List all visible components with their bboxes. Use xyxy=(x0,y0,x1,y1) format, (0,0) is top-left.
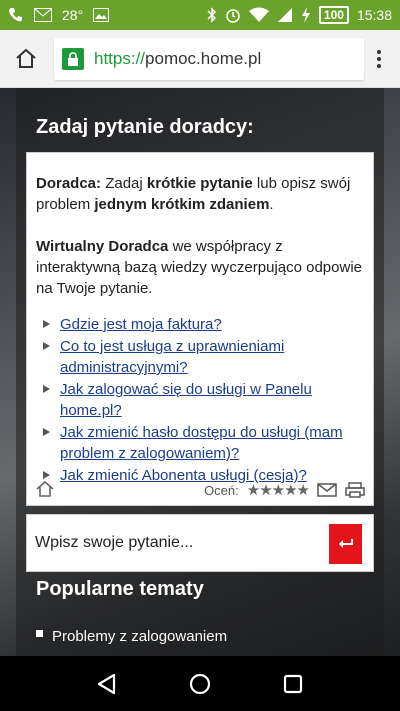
intro-text-3: . xyxy=(269,196,274,213)
question-link[interactable]: Jak zmienić hasło dostępu do usługi (mam… xyxy=(60,424,343,462)
intro-bold-1: krótkie pytanie xyxy=(146,175,253,192)
popular-topic-link[interactable]: Problemy z zalogowaniem xyxy=(52,628,227,645)
question-link[interactable]: Gdzie jest moja faktura? xyxy=(60,316,222,333)
address-bar[interactable]: https://pomoc.home.pl xyxy=(54,37,364,80)
suggested-questions: Gdzie jest moja faktura? Co to jest usłu… xyxy=(36,314,365,486)
popular-topics-list: Problemy z zalogowaniem xyxy=(36,628,227,645)
home-icon xyxy=(16,48,36,68)
back-icon xyxy=(97,673,115,694)
rate-label: Oceń: xyxy=(204,482,239,498)
image-icon xyxy=(93,8,110,22)
intro-text-1: Zadaj xyxy=(101,175,147,192)
intro-bold-2: jednym krótkim zdaniem xyxy=(94,196,270,213)
url-scheme: https:// xyxy=(94,48,146,68)
home-icon xyxy=(189,673,211,694)
advisor-label: Doradca: xyxy=(36,175,102,192)
question-input[interactable] xyxy=(35,523,325,563)
status-bar: 28° 100 15:38 xyxy=(0,0,400,30)
enter-arrow-icon xyxy=(338,539,353,548)
browser-toolbar: https://pomoc.home.pl xyxy=(0,30,400,88)
battery-indicator: 100 xyxy=(318,6,349,24)
browser-home-button[interactable] xyxy=(6,39,46,79)
phone-icon xyxy=(8,7,24,23)
question-input-box xyxy=(26,514,374,572)
lock-icon xyxy=(62,47,84,70)
list-item: Jak zalogować się do usługi w Panelu hom… xyxy=(36,379,365,421)
back-button[interactable] xyxy=(87,664,127,704)
more-vert-icon xyxy=(377,49,381,68)
question-link[interactable]: Jak zalogować się do usługi w Panelu hom… xyxy=(60,381,312,419)
signal-icon xyxy=(277,7,293,23)
url-text: https://pomoc.home.pl xyxy=(94,49,261,69)
rating-area: Oceń: ★★★★★ xyxy=(204,481,365,499)
chat-box: Doradca: Zadaj krótkie pytanie lub opisz… xyxy=(26,152,374,506)
url-host: pomoc.home.pl xyxy=(145,48,262,68)
chat-footer: Oceń: ★★★★★ xyxy=(27,475,373,505)
popular-topics-title: Popularne tematy xyxy=(36,578,204,600)
arrow-right-icon xyxy=(43,320,50,328)
question-link[interactable]: Co to jest usługa z uprawnieniami admini… xyxy=(60,338,284,376)
email-icon[interactable] xyxy=(317,483,337,497)
alarm-icon xyxy=(225,7,241,23)
temperature: 28° xyxy=(62,7,84,23)
advisor-intro: Doradca: Zadaj krótkie pytanie lub opisz… xyxy=(36,173,365,215)
list-item[interactable]: Problemy z zalogowaniem xyxy=(36,628,227,645)
bullet-icon xyxy=(36,630,43,637)
arrow-right-icon xyxy=(43,342,50,350)
android-nav-bar xyxy=(0,656,400,711)
send-button[interactable] xyxy=(329,524,362,564)
home-icon[interactable] xyxy=(35,480,57,500)
arrow-right-icon xyxy=(43,428,50,436)
arrow-right-icon xyxy=(43,385,50,393)
recents-icon xyxy=(284,674,303,693)
page-title: Zadaj pytanie doradcy: xyxy=(36,116,254,138)
list-item: Gdzie jest moja faktura? xyxy=(36,314,365,335)
charging-icon xyxy=(301,7,311,23)
clock: 15:38 xyxy=(356,7,392,23)
virtual-advisor-label: Wirtualny Doradca xyxy=(36,238,169,255)
home-button[interactable] xyxy=(180,664,220,704)
list-item: Co to jest usługa z uprawnieniami admini… xyxy=(36,336,365,378)
star-rating[interactable]: ★★★★★ xyxy=(247,481,310,499)
virtual-advisor-info: Wirtualny Doradca we współpracy z intera… xyxy=(36,236,365,299)
mail-icon xyxy=(34,8,52,22)
list-item: Jak zmienić hasło dostępu do usługi (mam… xyxy=(36,422,365,464)
browser-menu-button[interactable] xyxy=(364,39,394,79)
recents-button[interactable] xyxy=(273,664,313,704)
bluetooth-icon xyxy=(207,7,217,23)
print-icon[interactable] xyxy=(345,482,365,498)
wifi-icon xyxy=(248,7,269,23)
